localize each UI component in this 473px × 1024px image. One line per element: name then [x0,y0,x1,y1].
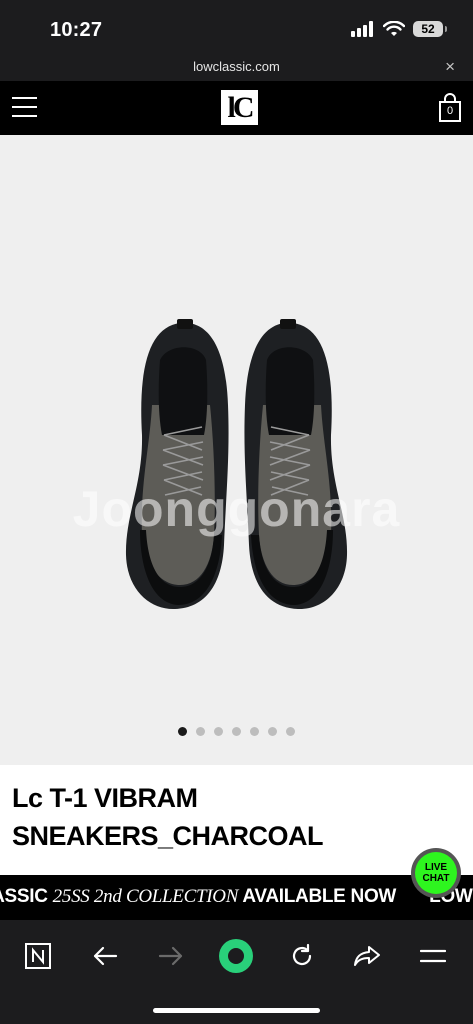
home-green-button[interactable] [214,934,258,978]
refresh-button[interactable] [280,934,324,978]
site-header: lC 0 [0,81,473,135]
url-bar[interactable]: lowclassic.com × [0,56,473,81]
status-bar: 10:27 52 [0,0,473,56]
menu-button[interactable] [411,934,455,978]
arrow-right-icon [158,946,183,966]
image-watermark: Joonggonara [72,481,401,537]
naver-button[interactable] [16,934,60,978]
pagination-dot[interactable] [286,727,295,736]
live-chat-line2: CHAT [422,873,450,884]
share-icon [354,946,380,966]
cart-count: 0 [446,105,454,117]
status-icons: 52 [351,21,447,37]
product-title-line2: SNEAKERS_CHARCOAL [12,821,324,851]
share-button[interactable] [345,934,389,978]
battery-level: 52 [421,22,435,36]
signal-icon [351,21,373,37]
product-title: Lc T-1 VIBRAM SNEAKERS_CHARCOAL [12,779,402,855]
product-image [125,319,348,610]
pagination-dot[interactable] [178,727,187,736]
naver-n-icon [25,943,51,969]
wifi-icon [383,21,405,36]
green-circle-icon [219,939,253,973]
url-domain[interactable]: lowclassic.com [0,59,473,74]
live-chat-button[interactable]: LIVE CHAT [411,848,461,898]
ticker-item: LOW CLASSIC 25SS 2nd COLLECTION AVAILABL… [0,886,396,908]
pagination-dot[interactable] [232,727,241,736]
product-title-line1: Lc T-1 VIBRAM [12,783,198,813]
right-shoe [244,319,348,610]
live-chat-line1: LIVE [424,862,448,873]
live-chat-label: LIVE CHAT [415,852,457,894]
ticker-brand: LOW CLASSIC [0,886,48,907]
home-indicator [153,1008,320,1013]
left-shoe [125,319,229,610]
gallery-pagination [0,727,473,736]
browser-menu-icon [420,949,446,963]
menu-icon[interactable] [12,97,37,117]
pagination-dot[interactable] [268,727,277,736]
product-image-gallery[interactable]: Joonggonara [0,135,473,765]
pagination-dot[interactable] [214,727,223,736]
ticker-track: LOW CLASSIC 25SS 2nd COLLECTION AVAILABL… [0,886,473,908]
refresh-icon [292,943,312,966]
forward-button[interactable] [149,934,193,978]
pagination-dot[interactable] [196,727,205,736]
back-button[interactable] [83,934,127,978]
close-icon[interactable]: × [445,57,455,77]
announcement-ticker: LOW CLASSIC 25SS 2nd COLLECTION AVAILABL… [0,875,473,920]
ticker-cta: AVAILABLE NOW [238,886,397,907]
arrow-left-icon [93,946,118,966]
pagination-dot[interactable] [250,727,259,736]
battery-icon: 52 [413,21,447,37]
product-info: Lc T-1 VIBRAM SNEAKERS_CHARCOAL [0,765,473,875]
site-logo[interactable]: lC [221,90,258,125]
status-time: 10:27 [50,19,103,41]
ticker-collection: 25SS 2nd COLLECTION [52,886,239,907]
